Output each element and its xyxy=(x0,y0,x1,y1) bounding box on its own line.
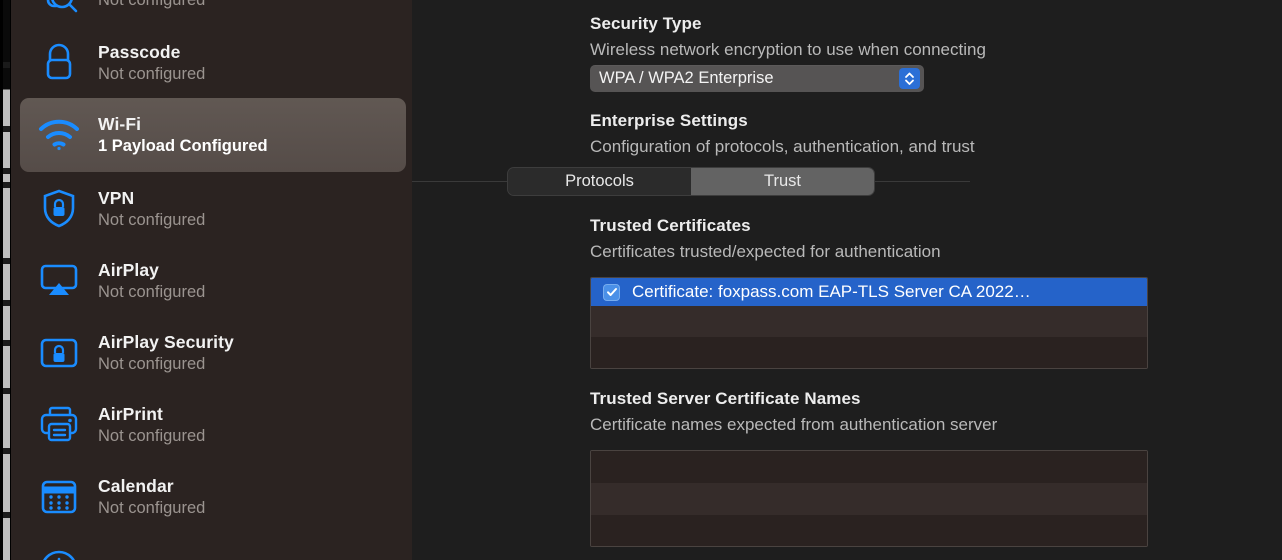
tab-protocols[interactable]: Protocols xyxy=(508,168,691,195)
app-window: Not configured Passcode Not configured W… xyxy=(0,0,1282,560)
sidebar-item-subtitle: Not configured xyxy=(98,283,206,301)
sidebar-item-title: Calendar xyxy=(98,476,174,496)
edge-speck xyxy=(3,182,10,188)
table-row[interactable] xyxy=(591,483,1147,515)
chevron-updown-icon[interactable] xyxy=(899,68,920,89)
certificate-name: Certificate: foxpass.com EAP-TLS Server … xyxy=(632,282,1031,301)
edge-speck xyxy=(3,448,10,454)
edge-speck xyxy=(3,126,10,132)
enterprise-settings-description: Configuration of protocols, authenticati… xyxy=(590,137,975,156)
sidebar-item-airplay[interactable]: AirPlay Not configured xyxy=(20,244,406,318)
table-row[interactable] xyxy=(591,515,1147,546)
shield-lock-icon xyxy=(28,179,90,239)
tab-trust[interactable]: Trust xyxy=(691,168,874,195)
sidebar-item-title: AirPlay xyxy=(98,260,160,280)
sidebar-item-vpn[interactable]: VPN Not configured xyxy=(20,172,406,246)
calendar-icon xyxy=(28,467,90,527)
subscribed-calendar-icon xyxy=(28,539,90,560)
sidebar-item-title: Wi-Fi xyxy=(98,114,142,134)
security-type-value: WPA / WPA2 Enterprise xyxy=(599,69,774,87)
window-edge-strip xyxy=(3,0,10,560)
sidebar-item-subtitle: 1 Payload Configured xyxy=(98,137,268,155)
trusted-server-names-heading: Trusted Server Certificate Names xyxy=(590,389,861,408)
window-edge-sliver xyxy=(0,0,11,560)
sidebar-item-subscribed-calendars[interactable]: Subscribed Calendars xyxy=(20,532,406,560)
edge-speck xyxy=(3,388,10,394)
trusted-server-names-description: Certificate names expected from authenti… xyxy=(590,415,998,434)
edge-speck xyxy=(3,512,10,518)
edge-speck xyxy=(3,340,10,346)
printer-icon xyxy=(28,395,90,455)
security-type-heading: Security Type xyxy=(590,14,702,33)
edge-speck xyxy=(3,62,10,68)
sidebar-item-calendar[interactable]: Calendar Not configured xyxy=(20,460,406,534)
wifi-icon xyxy=(28,105,90,165)
payload-detail-pane: Security Type Wireless network encryptio… xyxy=(412,0,1282,560)
trusted-certificates-description: Certificates trusted/expected for authen… xyxy=(590,242,941,261)
table-row[interactable] xyxy=(591,306,1147,337)
payload-sidebar[interactable]: Not configured Passcode Not configured W… xyxy=(11,0,412,560)
table-row[interactable] xyxy=(591,451,1147,483)
sidebar-item-subtitle: Not configured xyxy=(98,65,206,83)
trusted-certificates-table[interactable]: Certificate: foxpass.com EAP-TLS Server … xyxy=(590,277,1148,369)
sidebar-item-subtitle: Not configured xyxy=(98,211,206,229)
sidebar-item-airplay-security[interactable]: AirPlay Security Not configured xyxy=(20,316,406,390)
security-type-dropdown[interactable]: WPA / WPA2 Enterprise xyxy=(590,65,924,92)
sidebar-item-title: AirPrint xyxy=(98,404,163,424)
sidebar-item-passcode[interactable]: Passcode Not configured xyxy=(20,26,406,100)
enterprise-settings-heading: Enterprise Settings xyxy=(590,111,748,130)
sidebar-item-subtitle: Not configured xyxy=(98,499,206,517)
sidebar-item-title: AirPlay Security xyxy=(98,332,234,352)
airplay-security-icon xyxy=(28,323,90,383)
security-type-description: Wireless network encryption to use when … xyxy=(590,40,986,59)
table-row[interactable]: Certificate: foxpass.com EAP-TLS Server … xyxy=(591,278,1147,306)
table-row[interactable] xyxy=(591,337,1147,368)
sidebar-item-title: VPN xyxy=(98,188,135,208)
sidebar-item-subtitle: Not configured xyxy=(98,0,206,9)
edge-speck xyxy=(3,258,10,264)
sidebar-item-title: Passcode xyxy=(98,42,181,62)
lock-icon xyxy=(28,33,90,93)
sidebar-item-subtitle: Not configured xyxy=(98,427,206,445)
edge-speck xyxy=(3,300,10,306)
trusted-server-names-table[interactable] xyxy=(590,450,1148,547)
checkbox-checked-icon[interactable] xyxy=(603,283,620,301)
airplay-icon xyxy=(28,251,90,311)
sidebar-item-wifi[interactable]: Wi-Fi 1 Payload Configured xyxy=(20,98,406,172)
sidebar-item-airprint[interactable]: AirPrint Not configured xyxy=(20,388,406,462)
edge-speck xyxy=(3,168,10,174)
trusted-certificates-heading: Trusted Certificates xyxy=(590,216,751,235)
enterprise-settings-tabs[interactable]: Protocols Trust xyxy=(507,167,875,196)
sidebar-item-subtitle: Not configured xyxy=(98,355,206,373)
